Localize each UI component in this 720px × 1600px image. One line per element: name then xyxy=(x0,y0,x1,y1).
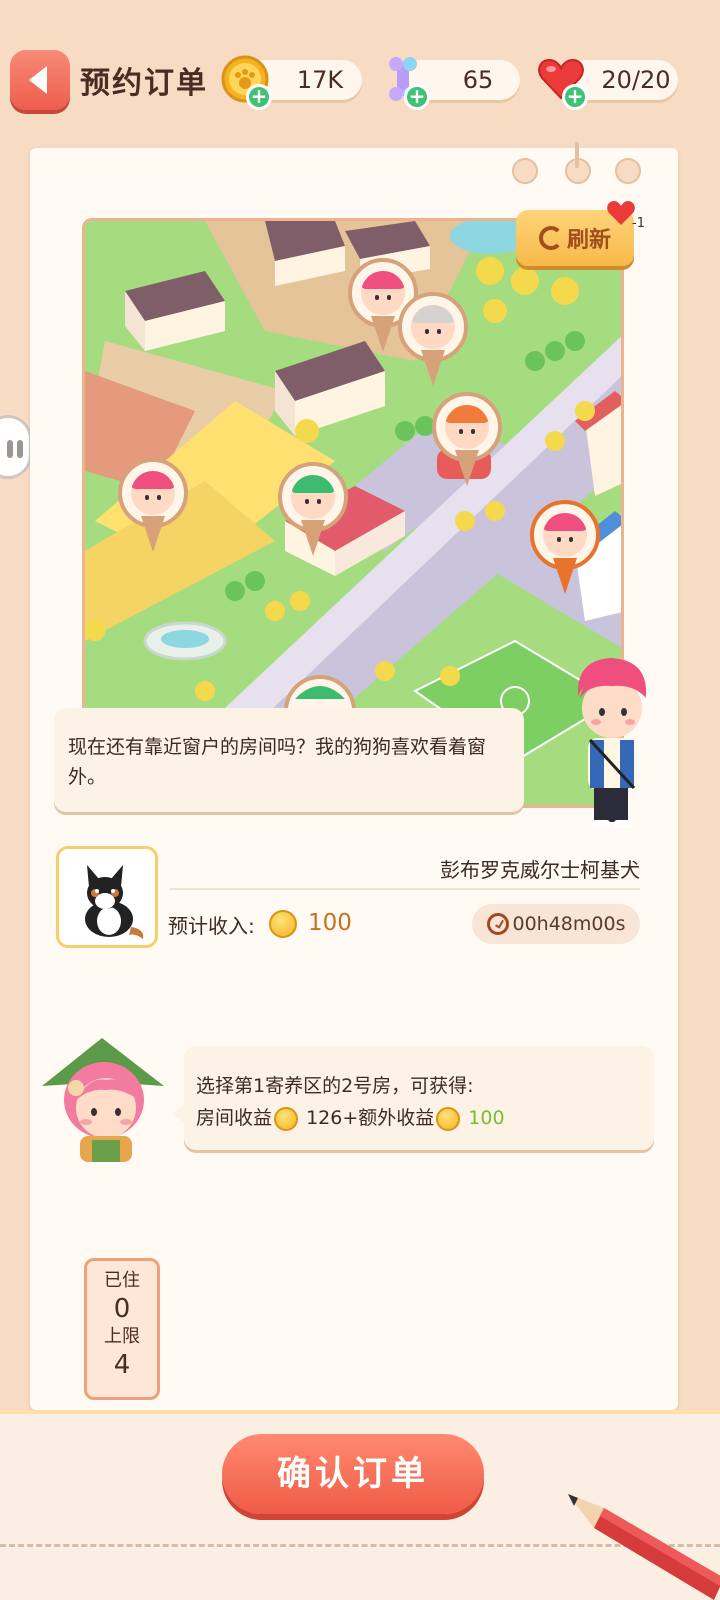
back-button[interactable] xyxy=(10,50,70,110)
heart-value: 20/20 xyxy=(601,66,671,94)
customer-avatar xyxy=(577,658,647,828)
corgi-icon xyxy=(85,865,144,939)
binder-ring xyxy=(615,158,641,184)
heart-counter[interactable]: 20/20 + xyxy=(538,58,678,110)
guide-line-2: 房间收益 126+额外收益 100 xyxy=(196,1102,642,1134)
order-timer: 00h48m00s xyxy=(472,904,640,944)
timer-text: 00h48m00s xyxy=(512,913,626,935)
paw-coin-icon xyxy=(274,1106,299,1131)
customer-message: 现在还有靠近窗户的房间吗？我的狗狗喜欢看着窗外。 xyxy=(54,708,524,812)
guide-avatar xyxy=(42,1038,164,1162)
customer-pin[interactable] xyxy=(278,462,348,560)
coin-value: 17K xyxy=(296,66,344,94)
room-income-value: 126+额外收益 xyxy=(306,1107,435,1129)
customer-pin[interactable] xyxy=(118,458,188,556)
divider xyxy=(170,888,640,890)
occupied-label: 已住 xyxy=(104,1270,140,1291)
limit-value: 4 xyxy=(113,1350,131,1380)
clock-icon xyxy=(486,913,509,935)
limit-label: 上限 xyxy=(104,1326,140,1347)
customer-pin[interactable] xyxy=(432,392,502,490)
pet-breed: 彭布罗克威尔士柯基犬 xyxy=(440,858,640,882)
extra-income-value: 100 xyxy=(468,1107,505,1129)
guide-message: 选择第1寄养区的2号房，可获得: 房间收益 126+额外收益 100 xyxy=(172,1046,654,1150)
coin-counter[interactable]: 17K + xyxy=(221,55,362,110)
income-label: 预计收入: xyxy=(168,914,255,938)
customer-pin-selected[interactable] xyxy=(530,500,600,598)
income-value: 100 xyxy=(308,910,352,936)
customer-pin[interactable] xyxy=(398,292,468,390)
paw-coin-icon xyxy=(436,1106,461,1131)
bone-counter[interactable]: 65 + xyxy=(389,57,520,110)
paw-coin-icon xyxy=(269,910,297,938)
occupied-value: 0 xyxy=(113,1294,131,1324)
binder-ring xyxy=(512,158,538,184)
top-bar: 预约订单 17K + 65 + 20/20 + xyxy=(0,0,720,140)
pencil-icon xyxy=(568,1494,720,1600)
page-title: 预约订单 xyxy=(80,66,208,101)
bone-value: 65 xyxy=(462,66,494,94)
add-bones-icon[interactable]: + xyxy=(404,84,430,110)
pet-card[interactable] xyxy=(56,846,158,948)
side-drawer-handle[interactable] xyxy=(0,415,32,479)
add-coins-icon[interactable]: + xyxy=(246,84,272,110)
refresh-label: 刷新 xyxy=(566,228,611,253)
add-hearts-icon[interactable]: + xyxy=(562,84,588,110)
confirm-order-button[interactable]: 确认订单 xyxy=(222,1434,484,1514)
refresh-cost: -1 xyxy=(632,216,645,231)
binder-clip xyxy=(575,142,579,168)
back-arrow-icon xyxy=(29,66,47,94)
guide-line-1: 选择第1寄养区的2号房，可获得: xyxy=(196,1075,474,1097)
heart-icon xyxy=(607,201,635,225)
room-income-label: 房间收益 xyxy=(196,1107,273,1129)
refresh-icon xyxy=(538,226,563,250)
room-capacity: 已住 0 上限 4 xyxy=(84,1258,160,1400)
